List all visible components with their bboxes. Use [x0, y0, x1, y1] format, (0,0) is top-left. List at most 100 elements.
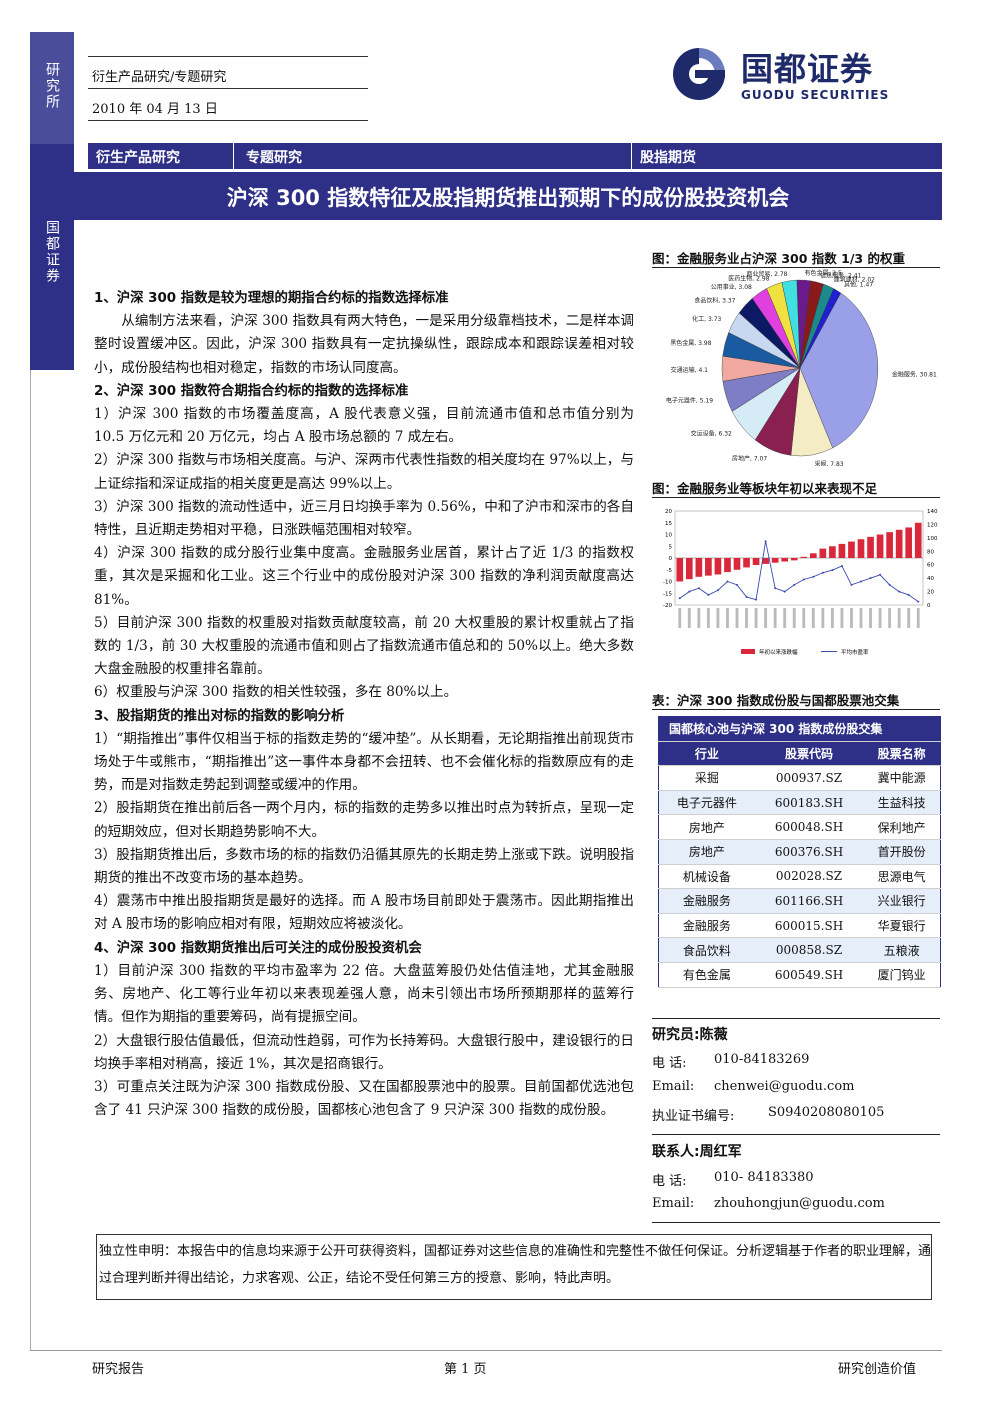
sidebar-divider — [30, 370, 31, 1350]
table-row: 有色金属 600549.SH 厦门钨业 — [658, 962, 941, 988]
bar-8 — [752, 558, 760, 566]
analyst-email[interactable]: chenwei@guodu.com — [714, 1079, 854, 1094]
category-label-placeholder — [888, 608, 892, 628]
bar-1 — [685, 558, 693, 580]
left-axis-tick: -10 — [663, 580, 672, 586]
report-title: 沪深 300 指数特征及股指期货推出预期下的成份股投资机会 — [226, 186, 790, 210]
figure-2-title: 图：金融服务业等板块年初以来表现不足 — [652, 481, 878, 496]
line-point-2 — [697, 587, 700, 590]
category-special: 专题研究 — [246, 150, 302, 166]
line-point-22 — [888, 583, 891, 586]
footer-right: 研究创造价值 — [838, 1362, 917, 1377]
line-point-24 — [907, 593, 910, 596]
logo-cn-text: 国都证券 — [741, 50, 874, 88]
category-label-placeholder — [697, 608, 701, 628]
bar-11 — [781, 558, 789, 562]
line-point-14 — [812, 575, 815, 578]
table-cell-name: 兴业银行 — [863, 888, 941, 914]
analyst-cert-row: 执业证书编号: S0940208080105 — [652, 1105, 884, 1124]
left-axis-tick: -5 — [667, 568, 673, 574]
table-row: 金融服务 601166.SH 兴业银行 — [658, 888, 941, 914]
body-paragraph: 3）股指期货推出后，多数市场的标的指数仍沿循其原先的长期走势上涨或下跌。说明股指… — [94, 846, 634, 887]
contact-rule — [652, 1134, 940, 1135]
left-axis-tick: 10 — [665, 533, 672, 539]
category-label-placeholder — [726, 608, 729, 628]
category-label-placeholder — [897, 608, 901, 628]
contact-email-row: Email: zhouhongjun@guodu.com — [652, 1196, 885, 1211]
table-caption: 国都核心池与沪深 300 指数成份股交集 — [658, 716, 941, 742]
independence-disclaimer: 独立性申明：本报告中的信息均来源于公开可获得资料，国都证券对这些信息的准确性和完… — [96, 1234, 932, 1300]
table-cell-code: 600183.SH — [754, 790, 864, 816]
body-paragraph: 2）大盘银行股估值最低，但流动性趋弱，可作为长持筹码。大盘银行股中，建设银行的日… — [94, 1032, 634, 1072]
line-point-15 — [821, 571, 824, 574]
table-cell-name: 思源电气 — [863, 864, 941, 890]
bar-15 — [819, 548, 827, 558]
sidebar-mid-label: 国都证券 — [44, 220, 60, 284]
pie-slice-label: 黑色金属, 3.98 — [670, 339, 711, 347]
table-header-name: 股票名称 — [863, 741, 941, 767]
section-heading: 2、沪深 300 指数符合期指合约标的指数的选择标准 — [94, 383, 409, 399]
bar-7 — [743, 558, 750, 568]
right-axis-tick: 60 — [927, 563, 934, 569]
line-point-25 — [917, 600, 920, 603]
line-point-18 — [850, 583, 853, 586]
section-heading: 4、沪深 300 指数期货推出后可关注的成份股投资机会 — [94, 940, 422, 956]
line-point-4 — [716, 589, 719, 592]
report-body: 1、沪深 300 指数是较为理想的期指合约标的指数选择标准 从编制方法来看，沪深 … — [94, 287, 634, 1122]
line-point-9 — [764, 540, 767, 543]
pie-slice-label: 交运设备, 6.32 — [691, 430, 732, 438]
company-logo: 国都证券 GUODU SECURITIES — [665, 44, 915, 106]
bar-10 — [771, 558, 779, 563]
left-axis-tick: -20 — [663, 603, 672, 609]
body-paragraph: 4）沪深 300 指数的成分股行业集中度高。金融服务业居首，累计占了近 1/3 … — [94, 545, 634, 608]
contact-email[interactable]: zhouhongjun@guodu.com — [714, 1196, 885, 1211]
bar-16 — [829, 546, 836, 558]
table-cell-industry: 食品饮料 — [658, 937, 755, 963]
table-cell-name: 五粮液 — [863, 937, 941, 963]
analyst-email-row: Email: chenwei@guodu.com — [652, 1079, 854, 1094]
bar-13 — [800, 556, 808, 558]
table-cell-code: 601166.SH — [754, 888, 864, 914]
table-row: 金融服务 600015.SH 华夏银行 — [658, 913, 941, 939]
contact-phone-label: 电 话: — [652, 1174, 687, 1189]
contact-email-label: Email: — [652, 1196, 695, 1211]
bar-line-chart-svg: 20 15 10 5 0 -5 -10 -15 -20 140 120 100 80 60 40 20 0 年初以… — [663, 509, 938, 656]
section-heading: 3、股指期货的推出对标的指数的影响分析 — [94, 708, 345, 724]
pie-slice-label: 化工, 3.73 — [692, 315, 721, 323]
table-row: 食品饮料 000858.SZ 五粮液 — [658, 937, 941, 963]
bar-line-chart: 20 15 10 5 0 -5 -10 -15 -20 140 120 100 80 60 40 20 0 年初以… — [655, 503, 942, 661]
category-label-placeholder — [850, 608, 853, 628]
table-cell-industry: 有色金属 — [658, 962, 755, 988]
category-label-placeholder — [821, 608, 825, 628]
line-point-17 — [840, 565, 843, 568]
table-cell-industry: 金融服务 — [658, 913, 755, 939]
line-point-23 — [898, 590, 901, 593]
line-point-0 — [678, 597, 681, 600]
bar-0 — [676, 558, 684, 582]
category-separator — [233, 143, 234, 169]
sidebar-mid: 国都证券 — [30, 144, 74, 370]
logo-mark-icon — [673, 48, 725, 100]
stock-pool-table: 国都核心池与沪深 300 指数成份股交集 行业 股票代码 股票名称 采掘 0009… — [658, 716, 941, 988]
table-cell-code: 000937.SZ — [754, 765, 864, 791]
figure-2-rule — [652, 497, 940, 498]
bar-17 — [838, 543, 846, 558]
bar-19 — [857, 539, 865, 558]
category-label-placeholder — [764, 608, 768, 628]
left-axis-tick: -15 — [663, 591, 672, 597]
table-cell-industry: 金融服务 — [658, 888, 755, 914]
bar-24 — [905, 527, 913, 558]
report-title-bar: 沪深 300 指数特征及股指期货推出预期下的成份股投资机会 — [74, 172, 942, 220]
header-rule — [88, 56, 368, 57]
table-cell-name: 生益科技 — [863, 790, 941, 816]
pie-slice-label: 交通运输, 4.1 — [671, 366, 709, 374]
right-axis-tick: 40 — [927, 576, 934, 582]
bar-25 — [914, 522, 922, 558]
bar-12 — [790, 558, 798, 561]
bar-18 — [848, 541, 855, 558]
category-label-placeholder — [811, 608, 815, 628]
category-label-placeholder — [687, 608, 691, 628]
right-axis-tick: 100 — [927, 536, 938, 542]
header-rule — [88, 88, 368, 89]
bar-9 — [762, 558, 769, 564]
